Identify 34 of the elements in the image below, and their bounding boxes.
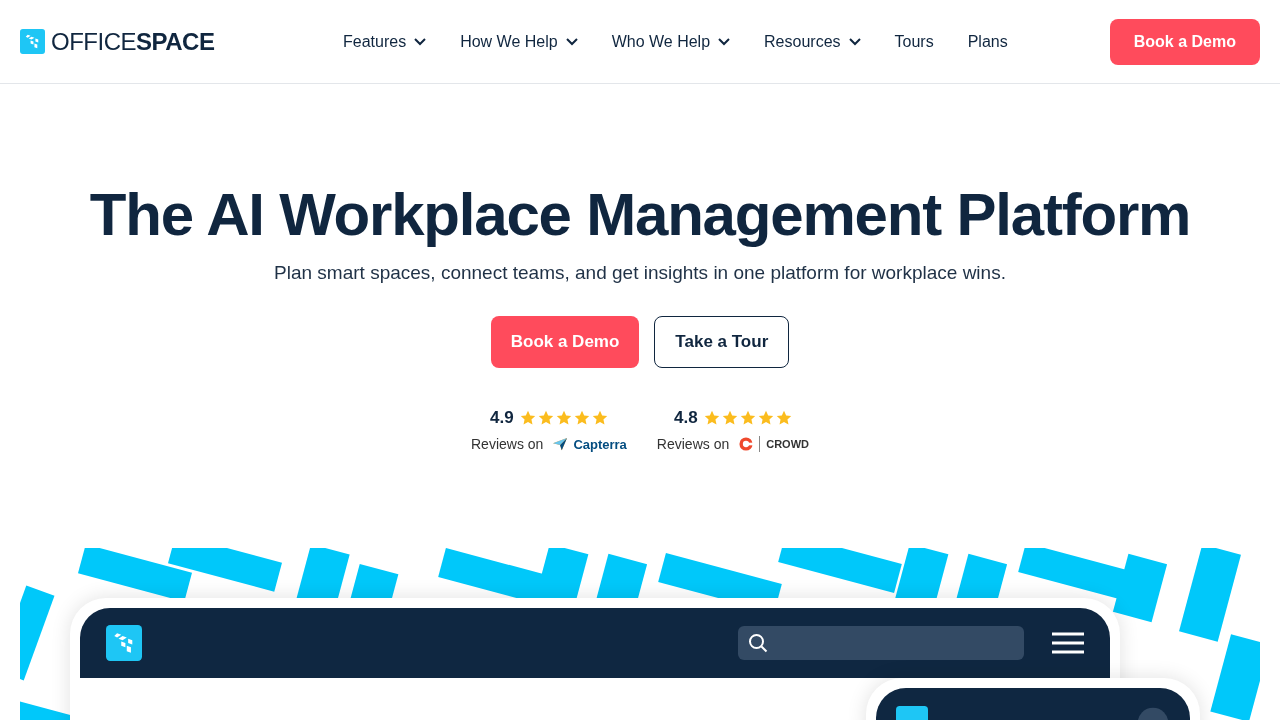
take-tour-button[interactable]: Take a Tour [654,316,790,368]
nav-link[interactable]: Tours [877,32,951,51]
star-icon [721,410,738,426]
logo-icon [106,625,142,661]
review-source-name: CROWD [766,438,809,450]
officespace-logo[interactable]: OFFICESPACE [20,27,320,56]
nav-link[interactable]: Plans [950,32,1025,51]
nav-link[interactable]: Features [326,32,444,51]
review-source-name: Capterra [573,436,627,452]
reviews-caption: Reviews on [656,436,730,452]
star-icon [775,410,792,426]
nav-link[interactable]: Who We Help [594,32,748,51]
reviews-caption: Reviews on [471,436,544,452]
nav-link[interactable]: How We Help [443,32,595,51]
star-icon [591,410,608,426]
paper-plane-icon [553,437,568,451]
star-icon [573,410,590,426]
star-icon [555,410,572,426]
nav-link[interactable]: Resources [747,32,878,51]
hero-title: The AI Workplace Management Platform [89,180,1191,250]
star-icon [537,410,554,426]
menu-icon[interactable] [1052,632,1084,654]
search-field[interactable] [738,626,1024,660]
g2-logo-icon [739,437,754,451]
star-icon [757,410,774,426]
hero-subtitle: Plan smart spaces, connect teams, and get insights in one platform for workplace wins. [274,262,1006,284]
star-icon [703,410,720,426]
star-icon [519,410,536,426]
logo-icon [20,29,45,54]
logo-wordmark: OFFICESPACE [51,27,215,56]
rating-score: 4.9 [490,408,514,428]
rating-score: 4.8 [674,408,698,428]
star-icon [739,410,756,426]
search-icon [748,633,768,653]
